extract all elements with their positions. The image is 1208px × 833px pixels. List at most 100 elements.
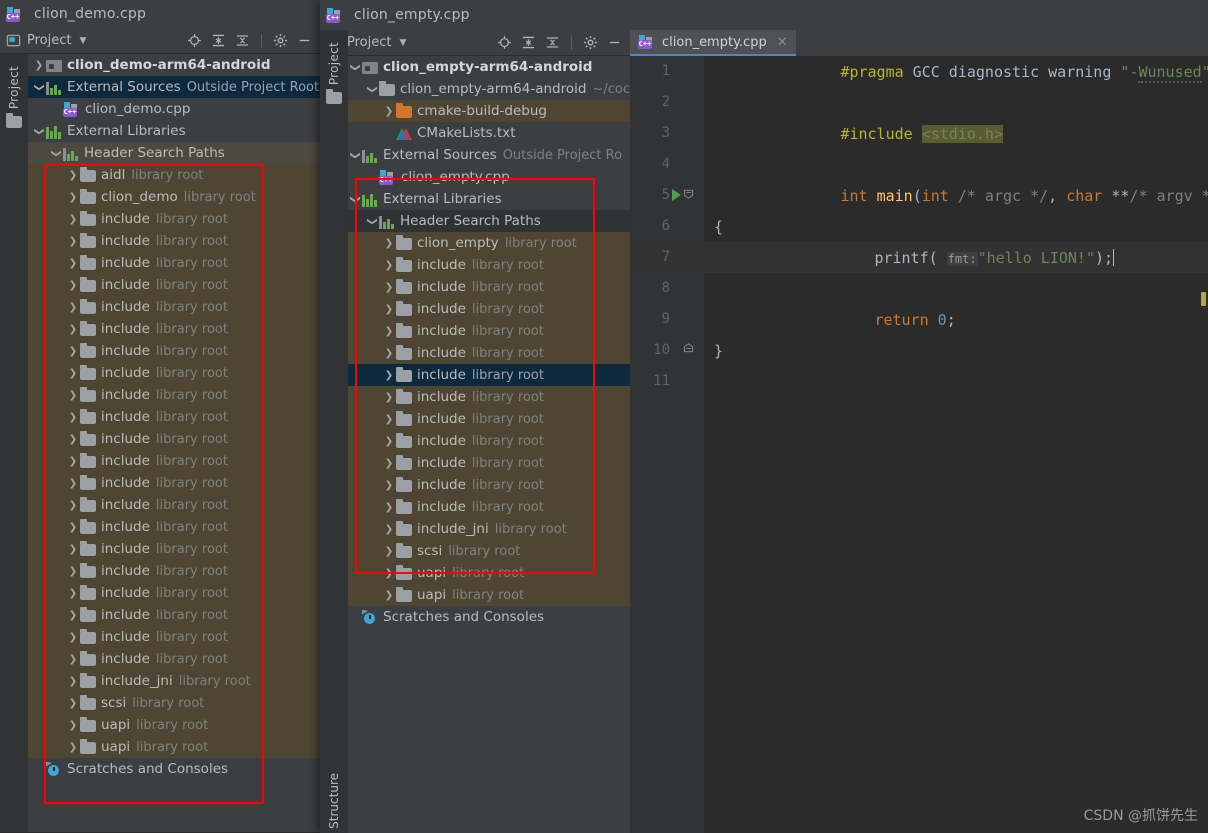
tree-row[interactable]: ❯ uapi library root (28, 736, 320, 758)
chevron-right-icon[interactable]: ❯ (32, 60, 46, 71)
tree-row[interactable]: ❯ include library root (348, 364, 630, 386)
tree-row[interactable]: ❯ include library root (348, 474, 630, 496)
chevron-down-icon[interactable]: ▼ (79, 36, 86, 46)
tree-row[interactable]: ❯ include library root (28, 230, 320, 252)
chevron-right-icon[interactable]: ❯ (382, 106, 396, 117)
chevron-right-icon[interactable]: ❯ (66, 302, 80, 313)
tree-row[interactable]: ❯ include library root (348, 320, 630, 342)
chevron-right-icon[interactable]: ❯ (66, 698, 80, 709)
minimize-icon[interactable] (297, 33, 312, 48)
editor-warning-marker[interactable] (1201, 292, 1206, 306)
collapse-all-icon[interactable] (235, 33, 250, 48)
tree-row[interactable]: ❯ clion_demo library root (28, 186, 320, 208)
chevron-down-icon[interactable]: ❯ (367, 214, 378, 228)
tree-row[interactable]: ❯ Header Search Paths (28, 142, 320, 164)
tree-row[interactable]: ❯ scsi library root (28, 692, 320, 714)
tree-row[interactable]: C++ clion_empty.cpp (348, 166, 630, 188)
chevron-right-icon[interactable]: ❯ (66, 214, 80, 225)
chevron-right-icon[interactable]: ❯ (382, 436, 396, 447)
chevron-right-icon[interactable]: ❯ (66, 368, 80, 379)
window-a-project-tree[interactable]: ❯ clion_demo-arm64-android ❯ External Sourc… (28, 54, 320, 833)
tree-row[interactable]: C++ clion_demo.cpp (28, 98, 320, 120)
gear-icon[interactable] (273, 33, 288, 48)
tree-row[interactable]: ❯ include library root (28, 318, 320, 340)
editor-code-area[interactable]: #pragma GCC diagnostic warning "-Wunused… (630, 56, 1208, 833)
chevron-right-icon[interactable]: ❯ (66, 170, 80, 181)
chevron-right-icon[interactable]: ❯ (66, 390, 80, 401)
tree-row[interactable]: ❯ clion_empty-arm64-android (348, 56, 630, 78)
chevron-right-icon[interactable]: ❯ (382, 414, 396, 425)
chevron-right-icon[interactable]: ❯ (66, 280, 80, 291)
chevron-down-icon[interactable]: ❯ (367, 82, 378, 96)
tree-row[interactable]: ❯ include library root (28, 648, 320, 670)
chevron-right-icon[interactable]: ❯ (66, 632, 80, 643)
tree-row[interactable]: ❯ include library root (28, 252, 320, 274)
chevron-right-icon[interactable]: ❯ (66, 192, 80, 203)
chevron-right-icon[interactable]: ❯ (382, 282, 396, 293)
chevron-right-icon[interactable]: ❯ (66, 742, 80, 753)
chevron-right-icon[interactable]: ❯ (66, 434, 80, 445)
vertical-tab-structure[interactable]: Structure (320, 773, 348, 833)
editor-body[interactable]: #pragma GCC diagnostic warning "-Wunused… (630, 56, 1208, 833)
tree-row[interactable]: ❯ include library root (28, 626, 320, 648)
gear-icon[interactable] (583, 35, 598, 50)
chevron-down-icon[interactable]: ❯ (34, 124, 45, 138)
tree-row[interactable]: ❯ include library root (28, 472, 320, 494)
tree-row[interactable]: ❯ cmake-build-debug (348, 100, 630, 122)
tree-row[interactable]: ❯ External Sources Outside Project Root (28, 76, 320, 98)
chevron-right-icon[interactable]: ❯ (66, 324, 80, 335)
tree-row[interactable]: ❯ include library root (28, 582, 320, 604)
chevron-down-icon[interactable]: ❯ (350, 148, 361, 162)
run-icon[interactable] (672, 189, 681, 201)
tree-row[interactable]: ❯ uapi library root (348, 562, 630, 584)
tree-row[interactable]: ❯ Header Search Paths (348, 210, 630, 232)
chevron-right-icon[interactable]: ❯ (382, 546, 396, 557)
tree-row[interactable]: ❯ include library root (28, 560, 320, 582)
collapse-all-icon[interactable] (545, 35, 560, 50)
locate-icon[interactable] (187, 33, 202, 48)
tree-row[interactable]: ❯ External Sources Outside Project Ro (348, 144, 630, 166)
chevron-right-icon[interactable]: ❯ (66, 236, 80, 247)
chevron-right-icon[interactable]: ❯ (382, 326, 396, 337)
chevron-right-icon[interactable]: ❯ (382, 392, 396, 403)
chevron-right-icon[interactable]: ❯ (382, 458, 396, 469)
chevron-right-icon[interactable]: ❯ (382, 370, 396, 381)
tree-row[interactable]: ❯ include library root (28, 406, 320, 428)
locate-icon[interactable] (497, 35, 512, 50)
tree-row[interactable]: ❯ include library root (28, 604, 320, 626)
tree-row[interactable]: ❯ include library root (348, 386, 630, 408)
window-b-project-tree[interactable]: ❯ clion_empty-arm64-android ❯ clion_empty-a… (348, 56, 630, 833)
chevron-right-icon[interactable]: ❯ (66, 720, 80, 731)
chevron-right-icon[interactable]: ❯ (66, 566, 80, 577)
tree-row[interactable]: ❯ include library root (28, 450, 320, 472)
chevron-right-icon[interactable]: ❯ (382, 524, 396, 535)
expand-all-icon[interactable] (211, 33, 226, 48)
minimize-icon[interactable] (607, 35, 622, 50)
chevron-down-icon[interactable]: ❯ (350, 192, 361, 206)
chevron-right-icon[interactable]: ❯ (66, 346, 80, 357)
tree-row[interactable]: ❯ include library root (348, 342, 630, 364)
chevron-right-icon[interactable]: ❯ (382, 238, 396, 249)
tree-row[interactable]: ❯ include library root (348, 408, 630, 430)
vertical-tab-project-b[interactable]: Project (320, 30, 348, 105)
chevron-down-icon[interactable]: ❯ (51, 146, 62, 160)
tree-row[interactable]: ❯ include library root (28, 516, 320, 538)
chevron-right-icon[interactable]: ❯ (66, 588, 80, 599)
chevron-right-icon[interactable]: ❯ (382, 480, 396, 491)
tree-row[interactable]: ❯ External Libraries (348, 188, 630, 210)
chevron-right-icon[interactable]: ❯ (382, 590, 396, 601)
tree-row[interactable]: ❯ include library root (348, 254, 630, 276)
vertical-tab-project-a[interactable]: Project (0, 54, 28, 129)
chevron-right-icon[interactable]: ❯ (66, 478, 80, 489)
tree-row[interactable]: ❯ clion_empty-arm64-android ~/coc (348, 78, 630, 100)
tree-row[interactable]: ❯ include_jni library root (28, 670, 320, 692)
tree-row[interactable]: CMakeLists.txt (348, 122, 630, 144)
chevron-down-icon[interactable]: ▼ (399, 38, 406, 48)
tree-row[interactable]: ❯ include library root (28, 274, 320, 296)
expand-all-icon[interactable] (521, 35, 536, 50)
chevron-right-icon[interactable]: ❯ (382, 348, 396, 359)
tree-row[interactable]: ❯ include library root (348, 298, 630, 320)
chevron-down-icon[interactable]: ❯ (34, 80, 45, 94)
tree-row[interactable]: ❯ include library root (28, 384, 320, 406)
tree-row[interactable]: ❯ include library root (28, 428, 320, 450)
